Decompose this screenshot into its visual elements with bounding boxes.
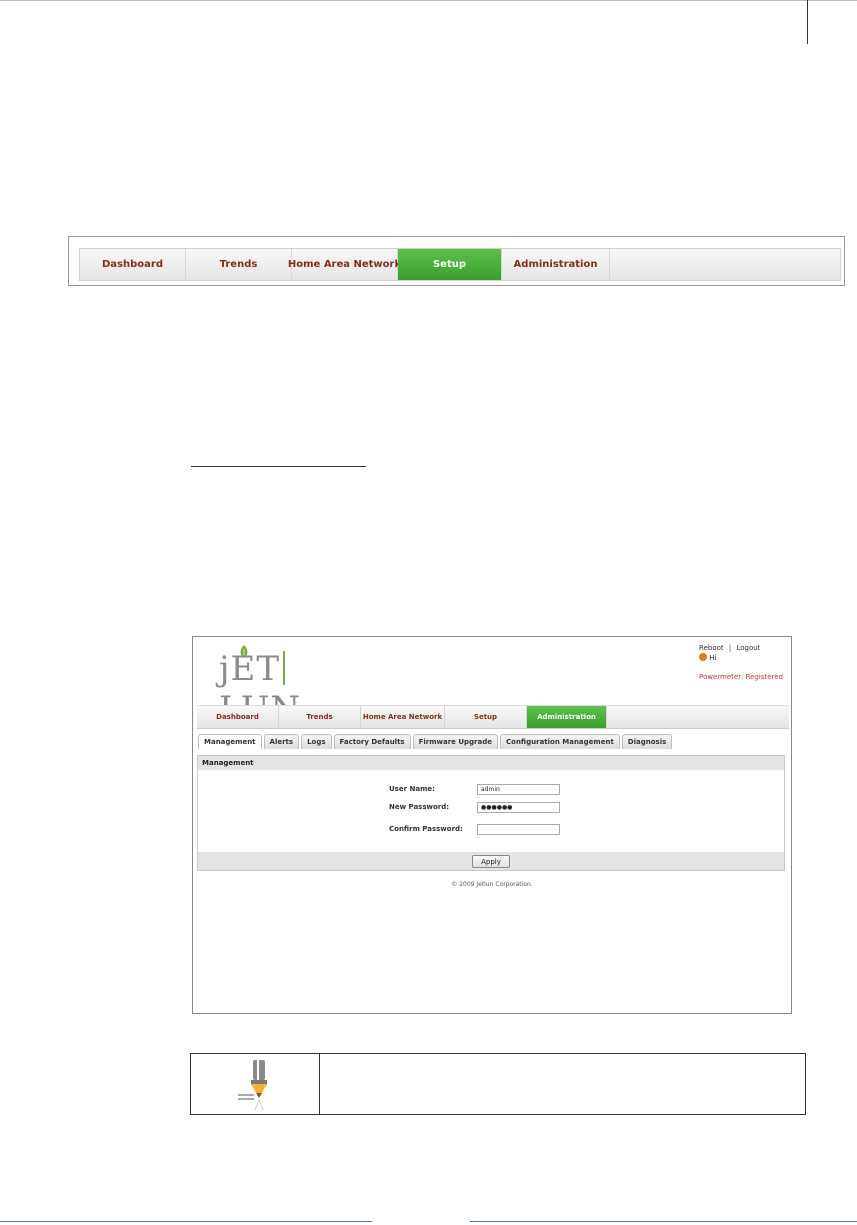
subtab-alerts[interactable]: Alerts: [263, 734, 300, 749]
nav-bar-figure: Dashboard Trends Home Area Network Setup…: [68, 236, 845, 286]
tab-trends[interactable]: Trends: [279, 706, 361, 728]
logo-left: jET: [219, 649, 281, 689]
tab-home-area-network[interactable]: Home Area Network: [288, 249, 401, 280]
tab-dashboard[interactable]: Dashboard: [80, 249, 186, 280]
tab-home-area-network[interactable]: Home Area Network: [361, 706, 445, 728]
panel-title: Management: [198, 756, 784, 770]
apply-button[interactable]: Apply: [472, 855, 510, 868]
logout-link[interactable]: Logout: [736, 644, 760, 652]
subtab-factory-defaults[interactable]: Factory Defaults: [333, 734, 411, 749]
tab-administration[interactable]: Administration: [502, 249, 610, 280]
section-underline: [191, 466, 366, 467]
note-divider: [319, 1054, 320, 1114]
link-separator: |: [728, 644, 732, 652]
note-box: [190, 1053, 806, 1115]
tab-trends[interactable]: Trends: [186, 249, 292, 280]
subtab-firmware-upgrade[interactable]: Firmware Upgrade: [412, 734, 498, 749]
admin-screenshot: jETLUNTM Reboot | Logout Hi Powermeter: …: [192, 636, 792, 1014]
bottom-rule-right: [470, 1221, 857, 1222]
tab-administration[interactable]: Administration: [527, 706, 607, 728]
nav-filler: [610, 249, 840, 280]
greeting: Hi: [709, 654, 717, 662]
admin-subtabs: Management Alerts Logs Factory Defaults …: [198, 734, 673, 749]
pencil-icon: [238, 1060, 267, 1111]
main-nav: Dashboard Trends Home Area Network Setup…: [79, 248, 841, 281]
confirm-password-input[interactable]: [477, 824, 560, 835]
logo-bar: [283, 651, 286, 685]
page-top-rule: [0, 0, 857, 1]
subtab-configuration-management[interactable]: Configuration Management: [500, 734, 620, 749]
bottom-rule-left: [0, 1221, 372, 1222]
admin-nav: Dashboard Trends Home Area Network Setup…: [197, 705, 789, 729]
panel-footer: Apply: [198, 852, 784, 870]
username-input[interactable]: admin: [477, 784, 560, 795]
user-area: Reboot | Logout Hi Powermeter: Registere…: [699, 644, 783, 681]
tab-dashboard[interactable]: Dashboard: [197, 706, 279, 728]
nav-filler: [607, 706, 789, 728]
username-label: User Name:: [389, 785, 435, 793]
new-password-input[interactable]: ●●●●●●: [477, 802, 560, 813]
header-divider: [807, 0, 808, 44]
tab-setup[interactable]: Setup: [398, 249, 502, 280]
new-password-label: New Password:: [389, 803, 450, 811]
user-icon: [699, 653, 708, 661]
management-panel: Management User Name: admin New Password…: [197, 755, 785, 871]
reboot-link[interactable]: Reboot: [699, 644, 724, 652]
copyright: © 2009 Jetlun Corporation.: [451, 881, 533, 888]
confirm-password-label: Confirm Password:: [389, 825, 463, 833]
subtab-management[interactable]: Management: [198, 734, 262, 749]
tab-setup[interactable]: Setup: [445, 706, 527, 728]
status-text: Powermeter: Registered: [699, 673, 783, 681]
jetlun-logo: jETLUNTM: [215, 645, 375, 729]
subtab-logs[interactable]: Logs: [301, 734, 332, 749]
subtab-diagnosis[interactable]: Diagnosis: [621, 734, 673, 749]
